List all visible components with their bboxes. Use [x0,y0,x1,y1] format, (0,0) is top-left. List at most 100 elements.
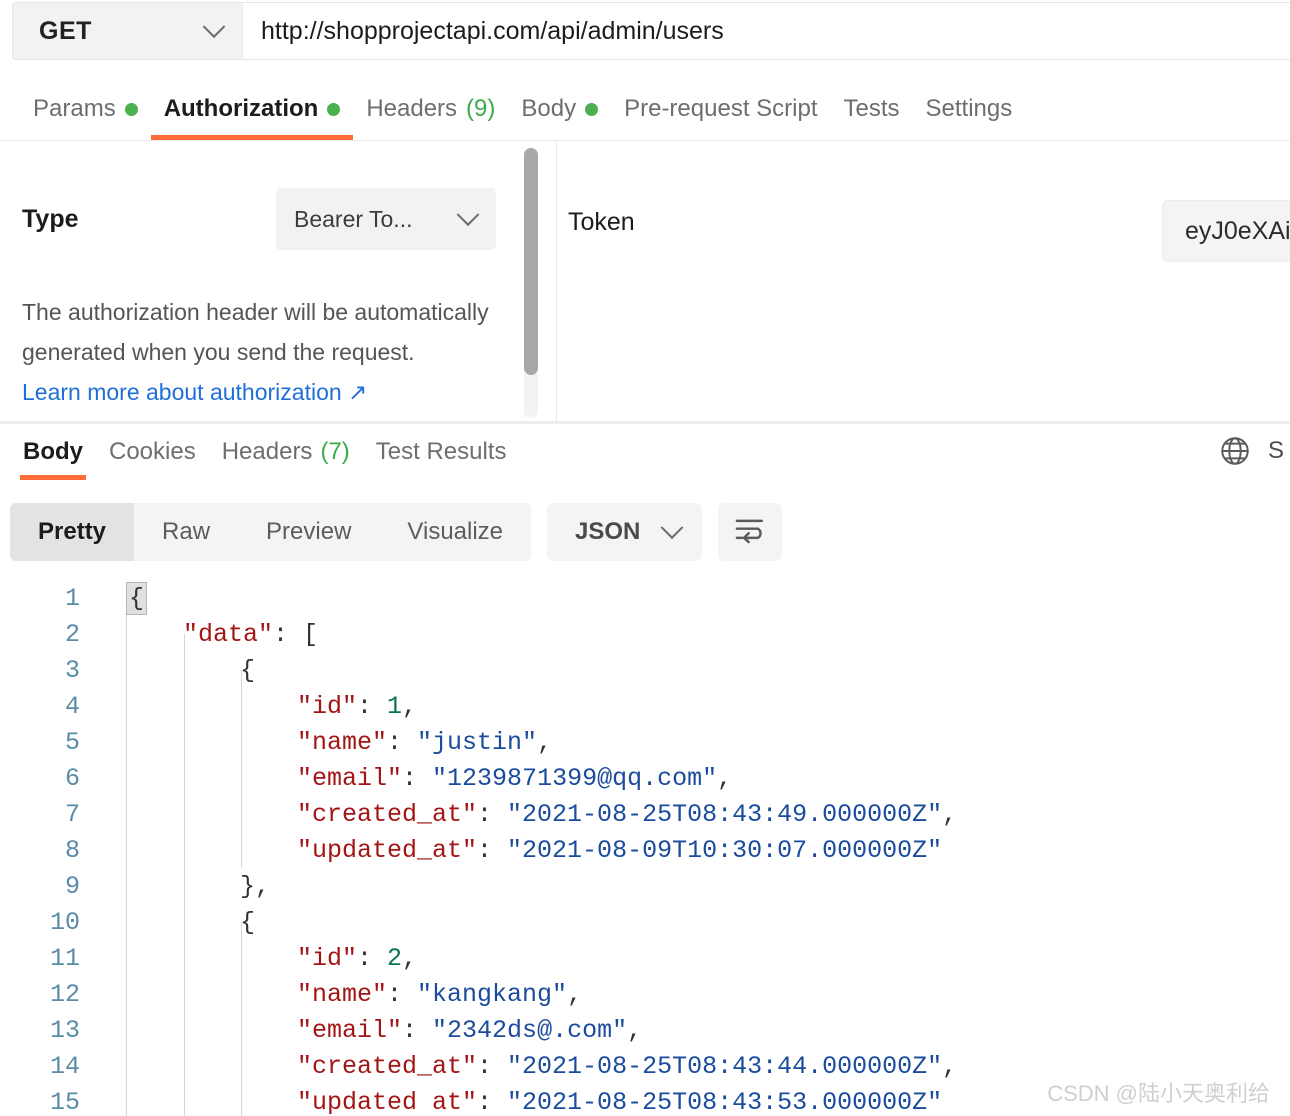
code-token: : [387,980,417,1009]
response-format-select[interactable]: JSON [547,503,702,561]
request-tab-label: Tests [844,95,900,123]
code-token: , [627,1016,642,1045]
code-line-content: { [92,908,255,937]
response-tab-label: Headers [222,438,313,466]
response-tab-count: (7) [320,438,349,466]
code-token: "name" [297,728,387,757]
chevron-down-icon [457,203,480,226]
request-tab-headers[interactable]: Headers(9) [353,78,508,140]
code-line: 3{ [0,652,1290,688]
code-token: "id" [297,944,357,973]
auth-type-select[interactable]: Bearer To... [276,188,496,250]
authorization-column-divider [556,142,557,421]
response-tab-headers[interactable]: Headers(7) [209,424,363,480]
response-tab-body[interactable]: Body [10,424,96,480]
wrap-text-button[interactable] [718,503,782,561]
globe-icon[interactable] [1218,434,1252,468]
auth-description: The authorization header will be automat… [22,292,492,372]
code-line-number: 13 [0,1016,92,1045]
view-mode-raw[interactable]: Raw [134,503,238,561]
request-tab-body[interactable]: Body [508,78,611,140]
code-token: , [942,800,957,829]
code-line: 13"email": "2342ds@.com", [0,1012,1290,1048]
csdn-watermark: CSDN @陆小天奥利给 [1047,1076,1270,1108]
token-value: eyJ0eXAi [1185,217,1290,246]
code-line-number: 1 [0,584,92,613]
code-token: : [477,836,507,865]
request-tab-params[interactable]: Params [20,78,151,140]
learn-more-authorization-link[interactable]: Learn more about authorization ↗ [22,372,522,412]
view-mode-preview[interactable]: Preview [238,503,379,561]
save-response-label[interactable]: S [1268,437,1284,465]
response-tab-bar: BodyCookiesHeaders(7)Test Results [0,424,1290,486]
response-tab-test-results[interactable]: Test Results [363,424,520,480]
request-tab-pre-request-script[interactable]: Pre-request Script [611,78,830,140]
authorization-panel: Type Bearer To... The authorization head… [0,142,1290,421]
request-tab-tests[interactable]: Tests [831,78,913,140]
code-line: 12"name": "kangkang", [0,976,1290,1012]
code-line-content: "updated at": "2021-08-25T08:43:53.00000… [92,1088,942,1116]
code-line: 4"id": 1, [0,688,1290,724]
code-line: 5"name": "justin", [0,724,1290,760]
code-line-number: 7 [0,800,92,829]
response-tab-cookies[interactable]: Cookies [96,424,209,480]
code-token: [ [303,620,318,649]
code-token: : [357,692,387,721]
response-view-toolbar: PrettyRawPreviewVisualize JSON [10,503,782,561]
modified-dot-icon [125,103,138,116]
code-line-number: 14 [0,1052,92,1081]
request-tab-label: Body [521,95,576,123]
code-line: 6"email": "1239871399@qq.com", [0,760,1290,796]
code-token: "updated at" [297,1088,477,1116]
code-line-content: "updated_at": "2021-08-09T10:30:07.00000… [92,836,942,865]
code-token: "id" [297,692,357,721]
code-token: : [477,800,507,829]
code-token: : [477,1088,507,1116]
code-line-number: 8 [0,836,92,865]
code-token: "data" [183,620,273,649]
response-tab-label: Body [23,438,83,466]
view-mode-visualize[interactable]: Visualize [379,503,531,561]
code-token: "2021-08-25T08:43:53.000000Z" [507,1088,942,1116]
code-line-number: 2 [0,620,92,649]
code-line: 11"id": 2, [0,940,1290,976]
code-token: , [402,692,417,721]
request-tab-authorization[interactable]: Authorization [151,78,354,140]
authorization-left-column: Type Bearer To... The authorization head… [0,142,522,421]
code-token: "created_at" [297,1052,477,1081]
code-line-content: "name": "justin", [92,728,552,757]
code-line: 7"created_at": "2021-08-25T08:43:49.0000… [0,796,1290,832]
code-token: , [942,1052,957,1081]
code-token: : [387,728,417,757]
response-tab-label: Cookies [109,438,196,466]
code-token: "updated_at" [297,836,477,865]
request-tab-bar: ParamsAuthorizationHeaders(9) Body Pre-req… [0,78,1290,141]
view-mode-pretty[interactable]: Pretty [10,503,134,561]
chevron-down-icon [661,516,684,539]
code-line: 9}, [0,868,1290,904]
code-line-content: "created_at": "2021-08-25T08:43:49.00000… [92,800,957,829]
request-tab-label: Pre-request Script [624,95,817,123]
http-method-select[interactable]: GET [12,2,242,60]
authorization-scrollbar-thumb[interactable] [524,148,538,375]
response-body-code[interactable]: 1{2"data": [3{4"id": 1,5"name": "justin"… [0,580,1290,1116]
code-line-content: "email": "1239871399@qq.com", [92,764,732,793]
token-input[interactable]: eyJ0eXAi [1162,200,1290,262]
http-method-label: GET [39,17,92,46]
code-line: 2"data": [ [0,616,1290,652]
code-line-content: "data": [ [92,620,318,649]
response-format-value: JSON [575,518,640,546]
code-token: , [567,980,582,1009]
url-input[interactable]: http://shopprojectapi.com/api/admin/user… [242,2,1290,60]
code-token: "kangkang" [417,980,567,1009]
wrap-text-icon [733,515,767,550]
authorization-scrollbar[interactable] [524,148,538,418]
code-line: 8"updated_at": "2021-08-09T10:30:07.0000… [0,832,1290,868]
code-token: : [402,764,432,793]
code-line-number: 10 [0,908,92,937]
code-token: { [126,582,147,615]
code-token: "created_at" [297,800,477,829]
request-tab-settings[interactable]: Settings [913,78,1026,140]
code-line-content: "id": 1, [92,692,417,721]
request-tab-label: Settings [926,95,1013,123]
